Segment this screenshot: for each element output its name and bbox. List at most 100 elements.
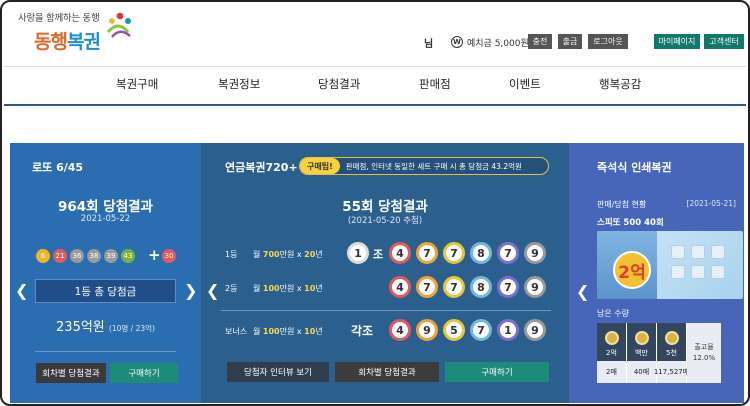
remain-col-3: 5천 117,527매 xyxy=(654,323,689,383)
remain-col-top: 5천 xyxy=(657,323,686,361)
pension-digit: 4 xyxy=(389,319,411,341)
deposit-area: W 예치금 5,000원 xyxy=(451,35,529,49)
ticket-scratch-cell xyxy=(671,265,685,279)
pension-digit: 7 xyxy=(443,242,465,264)
remain-count: 2매 xyxy=(597,361,626,383)
ticket-scratch-cell xyxy=(691,265,705,279)
nav-item-info[interactable]: 복권정보 xyxy=(218,76,260,92)
remain-col-1: 2억 2매 xyxy=(597,323,627,383)
pension-digit: 7 xyxy=(443,276,465,298)
pension-digit: 7 xyxy=(470,319,492,341)
lotto-ball: 6 xyxy=(36,249,50,263)
nav-item-buy[interactable]: 복권구매 xyxy=(116,76,158,92)
pension-buy-button[interactable]: 구매하기 xyxy=(445,362,549,382)
lotto-prev-arrow-icon[interactable]: ❮ xyxy=(15,281,28,300)
pension-digit: 5 xyxy=(443,319,465,341)
desc-suffix: 년 xyxy=(315,250,323,259)
pension-jo-ball: 1 xyxy=(347,242,369,264)
ticket-scratch-cell xyxy=(711,265,725,279)
lotto-ball: 36 xyxy=(70,249,84,263)
lotto-next-arrow-icon[interactable]: ❯ xyxy=(184,281,197,300)
pension-prev-arrow-icon[interactable]: ❮ xyxy=(206,281,219,300)
desc-mid: 만원 x xyxy=(279,327,305,336)
pension-digit: 8 xyxy=(470,276,492,298)
medal-icon xyxy=(634,331,649,345)
nav-item-results[interactable]: 당첨결과 xyxy=(318,76,360,92)
pension-round-results-button[interactable]: 회차별 당첨결과 xyxy=(335,362,439,382)
instant-ticket-image[interactable]: 2억 xyxy=(597,231,743,299)
lotto-round-results-button[interactable]: 회차별 당첨결과 xyxy=(36,363,106,383)
user-name-suffix: 님 xyxy=(424,38,434,50)
instant-title[interactable]: 즉석식 인쇄복권 xyxy=(597,159,672,175)
pension-tip-label: 구매팁! xyxy=(300,158,340,174)
desc-prefix: 월 xyxy=(253,327,263,336)
lotto-round-title: 964회 당첨결과 xyxy=(58,199,153,215)
nav-item-events[interactable]: 이벤트 xyxy=(509,76,541,92)
desc-prefix: 월 xyxy=(253,250,263,259)
instant-game-name[interactable]: 스피또 500 40회 xyxy=(597,216,664,228)
desc-years: 20 xyxy=(304,250,316,259)
pension-jo-label: 조 xyxy=(373,248,384,261)
pension-rank-bonus-desc: 월 100만원 x 10년 xyxy=(253,326,323,337)
remain-count: 117,527매 xyxy=(654,361,689,383)
lotto-amount-detail: (10명 / 23억) xyxy=(108,324,155,333)
pension-tip-box: 구매팁! 판매점, 인터넷 동일한 세트 구매 시 총 당첨금 43.2억원 xyxy=(299,157,549,175)
pension-interview-button[interactable]: 당첨자 인터뷰 보기 xyxy=(227,362,329,382)
lotto-buy-button[interactable]: 구매하기 xyxy=(110,363,178,383)
ticket-prize-badge: 2억 xyxy=(613,251,651,289)
logo-brand-part2: 복권 xyxy=(66,31,101,53)
pension-digit: 7 xyxy=(497,242,519,264)
remain-total: 출고율 12.0% xyxy=(687,323,721,383)
desc-suffix: 년 xyxy=(315,327,323,336)
desc-amount: 700 xyxy=(262,250,280,259)
lotto-title[interactable]: 로또 6/45 xyxy=(32,159,83,175)
bonus-plus: + xyxy=(148,246,161,264)
instant-prev-arrow-icon[interactable]: ❮ xyxy=(576,282,589,301)
logout-button[interactable]: 로그아웃 xyxy=(588,34,628,49)
pension-divider xyxy=(221,310,551,311)
pension-round-title: 55회 당첨결과 xyxy=(342,199,428,215)
pension-panel: 연금복권720+ 구매팁! 판매점, 인터넷 동일한 세트 구매 시 총 당첨금… xyxy=(201,143,569,403)
remain-total-value: 12.0% xyxy=(692,354,716,362)
pension-digit: 7 xyxy=(416,276,438,298)
lotto-divider xyxy=(35,351,176,352)
pension-digit: 4 xyxy=(389,276,411,298)
lotto-panel: 로또 6/45 964회 당첨결과 2021-05-22 6 21 36 38 … xyxy=(10,143,201,403)
instant-remain-label: 남은 수량 xyxy=(597,309,629,318)
logo-mark-icon xyxy=(106,12,131,38)
ticket-scratch-cell xyxy=(671,245,685,259)
pension-gakjo-label: 각조 xyxy=(351,324,374,338)
nav-item-stores[interactable]: 판매점 xyxy=(419,76,451,92)
pension-rank-2-desc: 월 100만원 x 10년 xyxy=(253,283,323,294)
lotto-ball: 21 xyxy=(53,249,67,263)
desc-mid: 만원 x xyxy=(279,250,305,259)
lotto-amount-value: 235억원 xyxy=(56,320,105,335)
remain-prize: 5천 xyxy=(666,349,677,357)
instant-status-label: 판매/당첨 현황 xyxy=(597,200,647,209)
pension-digit: 9 xyxy=(524,276,546,298)
main-nav: 복권구매 복권정보 당첨결과 판매점 이벤트 행복공감 xyxy=(2,76,748,96)
lotto-round-date: 2021-05-22 xyxy=(80,214,131,224)
nav-item-happy[interactable]: 행복공감 xyxy=(599,76,641,92)
pension-digit: 9 xyxy=(416,319,438,341)
remain-count: 40매 xyxy=(627,361,656,383)
pension-rank-2: 2등 xyxy=(225,284,238,293)
desc-prefix: 월 xyxy=(253,284,263,293)
pension-rank-1-desc: 월 700만원 x 20년 xyxy=(253,249,323,260)
instant-panel: 즉석식 인쇄복권 판매/당첨 현황 [2021-05-21] 스피또 500 4… xyxy=(569,143,744,403)
pension-digit: 8 xyxy=(470,242,492,264)
pension-digit: 9 xyxy=(524,319,546,341)
withdraw-button[interactable]: 출금 xyxy=(558,34,582,49)
logo-brand-part1: 동행 xyxy=(34,31,68,53)
pension-title[interactable]: 연금복권720+ xyxy=(225,159,298,175)
lotto-first-prize-label: 1등 총 당첨금 xyxy=(35,279,176,303)
charge-button[interactable]: 충전 xyxy=(528,34,552,49)
remain-col-2: 백만 40매 xyxy=(627,323,657,383)
pension-rank-bonus: 보너스 xyxy=(225,327,248,336)
ticket-scratch-cell xyxy=(711,245,725,259)
pension-digit: 4 xyxy=(389,242,411,264)
customer-center-button[interactable]: 고객센터 xyxy=(704,34,744,49)
remain-col-top: 2억 xyxy=(597,323,626,361)
mypage-button[interactable]: 마이페이지 xyxy=(654,34,700,49)
site-logo[interactable]: 사랑을 함께하는 동행 동행복권 xyxy=(18,10,138,60)
